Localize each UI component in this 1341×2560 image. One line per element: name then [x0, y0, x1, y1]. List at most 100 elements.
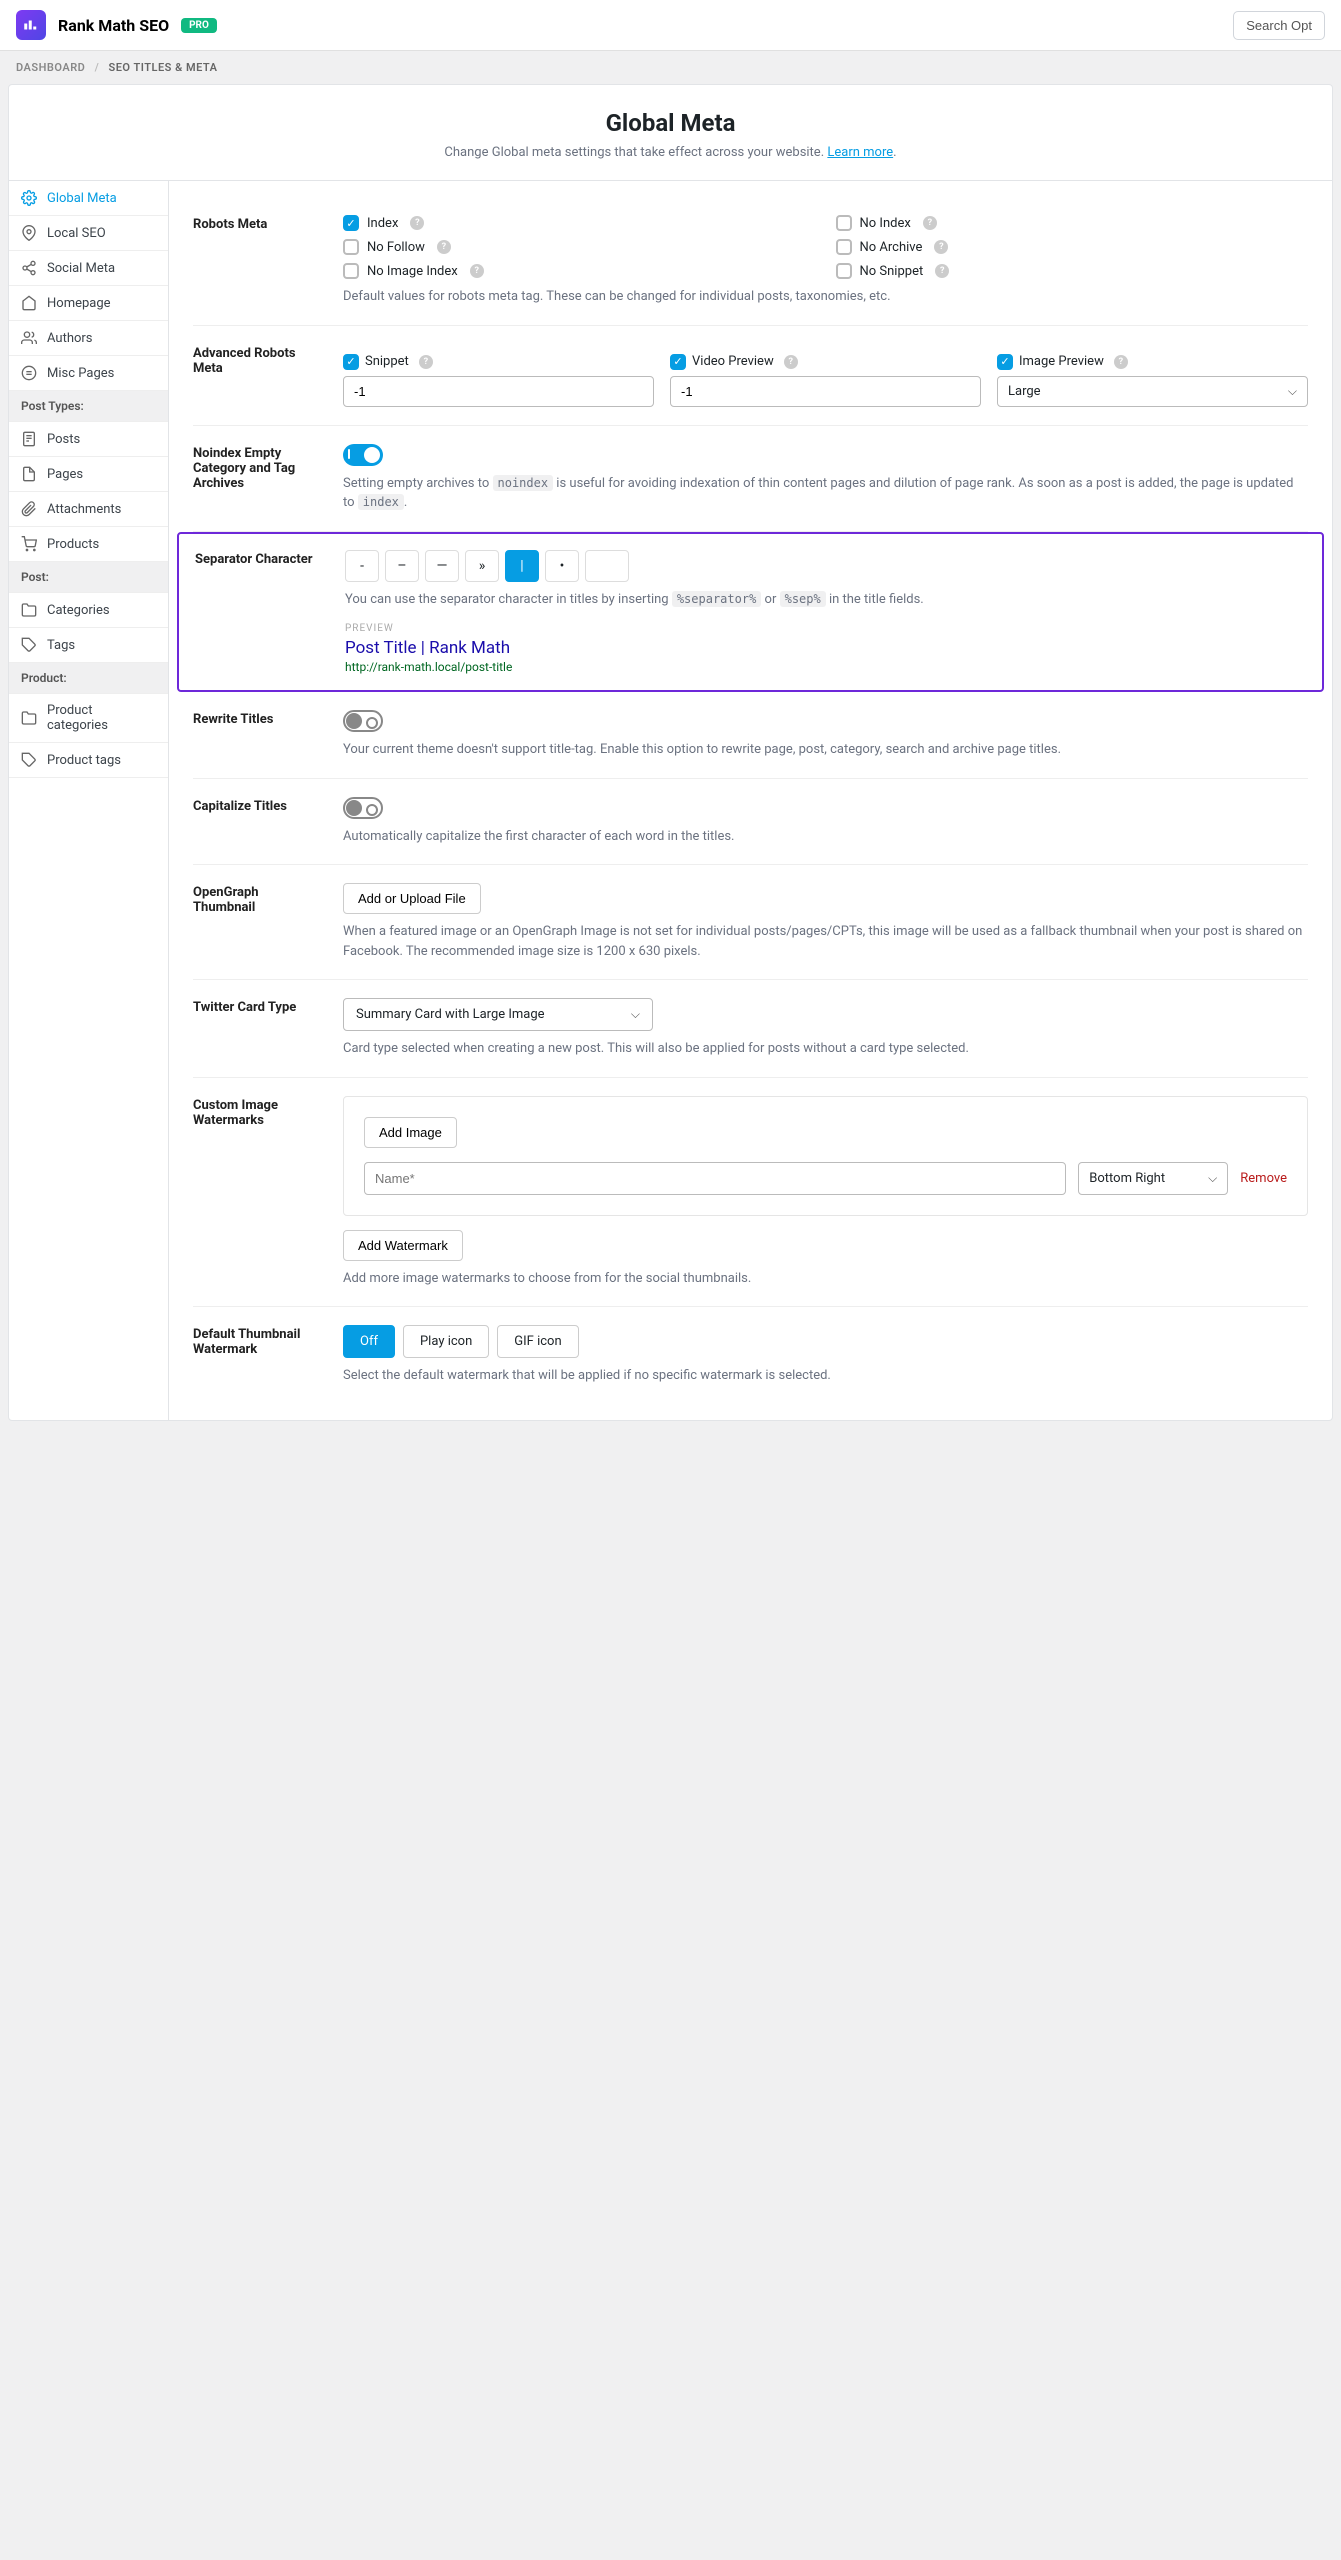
- sidebar-item-product-tags[interactable]: Product tags: [9, 743, 168, 778]
- chk-no-image-index[interactable]: No Image Index?: [343, 263, 816, 279]
- watermark-position-select[interactable]: Bottom Right⌵: [1078, 1162, 1228, 1195]
- help-icon[interactable]: ?: [1114, 355, 1128, 369]
- help-icon[interactable]: ?: [934, 240, 948, 254]
- help-icon[interactable]: ?: [437, 240, 451, 254]
- watermark-off-button[interactable]: Off: [343, 1325, 395, 1358]
- help-icon[interactable]: ?: [419, 355, 433, 369]
- watermarks-label: Custom Image Watermarks: [193, 1096, 323, 1289]
- sidebar-item-posts[interactable]: Posts: [9, 422, 168, 457]
- add-watermark-button[interactable]: Add Watermark: [343, 1230, 463, 1261]
- twitter-card-label: Twitter Card Type: [193, 998, 323, 1059]
- watermark-name-input[interactable]: [364, 1162, 1066, 1195]
- chk-video-preview[interactable]: ✓Video Preview?: [670, 354, 981, 370]
- pro-badge: PRO: [181, 18, 217, 33]
- home-icon: [21, 295, 37, 311]
- list-icon: [21, 365, 37, 381]
- preview-label: PREVIEW: [345, 623, 1306, 634]
- breadcrumb-dashboard[interactable]: DASHBOARD: [16, 61, 85, 74]
- sidebar-item-social-meta[interactable]: Social Meta: [9, 251, 168, 286]
- sidebar-item-authors[interactable]: Authors: [9, 321, 168, 356]
- chk-no-index[interactable]: No Index?: [836, 215, 1309, 231]
- sidebar-item-homepage[interactable]: Homepage: [9, 286, 168, 321]
- help-icon[interactable]: ?: [784, 355, 798, 369]
- sidebar-item-product-categories[interactable]: Product categories: [9, 694, 168, 743]
- cart-icon: [21, 536, 37, 552]
- help-icon[interactable]: ?: [935, 264, 949, 278]
- gear-icon: [21, 190, 37, 206]
- breadcrumb: DASHBOARD / SEO TITLES & META: [0, 51, 1341, 84]
- og-thumbnail-label: OpenGraph Thumbnail: [193, 883, 323, 961]
- add-image-button[interactable]: Add Image: [364, 1117, 457, 1148]
- help-icon[interactable]: ?: [410, 216, 424, 230]
- watermark-play-button[interactable]: Play icon: [403, 1325, 489, 1358]
- remove-watermark-link[interactable]: Remove: [1240, 1171, 1287, 1186]
- separator-label: Separator Character: [195, 550, 325, 675]
- pin-icon: [21, 225, 37, 241]
- search-options-button[interactable]: Search Opt: [1233, 11, 1325, 40]
- sidebar-item-categories[interactable]: Categories: [9, 593, 168, 628]
- sidebar-item-tags[interactable]: Tags: [9, 628, 168, 663]
- help-icon[interactable]: ?: [470, 264, 484, 278]
- image-preview-select[interactable]: Large⌵: [997, 376, 1308, 407]
- sidebar-item-global-meta[interactable]: Global Meta: [9, 181, 168, 216]
- chk-no-archive[interactable]: No Archive?: [836, 239, 1309, 255]
- chevron-down-icon: ⌵: [631, 1007, 640, 1022]
- watermark-gif-button[interactable]: GIF icon: [497, 1325, 578, 1358]
- sep-endash[interactable]: –: [385, 550, 419, 582]
- sidebar-heading-product: Product:: [9, 663, 168, 694]
- sep-hyphen[interactable]: -: [345, 550, 379, 582]
- app-title: Rank Math SEO: [58, 16, 169, 35]
- sep-pipe[interactable]: |: [505, 550, 539, 582]
- settings-sidebar: Global Meta Local SEO Social Meta Homepa…: [9, 181, 169, 1420]
- chevron-down-icon: ⌵: [1208, 1171, 1217, 1186]
- sidebar-item-pages[interactable]: Pages: [9, 457, 168, 492]
- folder-icon: [21, 602, 37, 618]
- app-logo: [16, 10, 46, 40]
- separator-highlight-box: Separator Character - – — » | • You can …: [177, 532, 1324, 693]
- capitalize-titles-label: Capitalize Titles: [193, 797, 323, 847]
- capitalize-titles-toggle[interactable]: [343, 797, 383, 819]
- page-icon: [21, 466, 37, 482]
- chk-index[interactable]: ✓Index?: [343, 215, 816, 231]
- share-icon: [21, 260, 37, 276]
- default-watermark-label: Default Thumbnail Watermark: [193, 1325, 323, 1386]
- chk-no-follow[interactable]: No Follow?: [343, 239, 816, 255]
- chevron-down-icon: ⌵: [1288, 384, 1297, 399]
- video-preview-input[interactable]: [670, 376, 981, 407]
- sep-emdash[interactable]: —: [425, 550, 459, 582]
- noindex-empty-label: Noindex Empty Category and Tag Archives: [193, 444, 323, 513]
- sep-raquo[interactable]: »: [465, 550, 499, 582]
- sep-bullet[interactable]: •: [545, 550, 579, 582]
- learn-more-link[interactable]: Learn more: [827, 145, 893, 160]
- adv-robots-label: Advanced Robots Meta: [193, 344, 323, 407]
- sidebar-item-products[interactable]: Products: [9, 527, 168, 562]
- chk-image-preview[interactable]: ✓Image Preview?: [997, 354, 1308, 370]
- add-upload-file-button[interactable]: Add or Upload File: [343, 883, 481, 914]
- folder-icon: [21, 710, 37, 726]
- sidebar-item-attachments[interactable]: Attachments: [9, 492, 168, 527]
- page-title: Global Meta: [29, 109, 1312, 137]
- chk-snippet[interactable]: ✓Snippet?: [343, 354, 654, 370]
- rewrite-titles-toggle[interactable]: [343, 710, 383, 732]
- snippet-input[interactable]: [343, 376, 654, 407]
- tag-icon: [21, 752, 37, 768]
- preview-title: Post Title | Rank Math: [345, 638, 1306, 658]
- sidebar-item-misc-pages[interactable]: Misc Pages: [9, 356, 168, 391]
- help-icon[interactable]: ?: [923, 216, 937, 230]
- noindex-empty-toggle[interactable]: [343, 444, 383, 466]
- breadcrumb-current: SEO TITLES & META: [109, 61, 218, 74]
- tag-icon: [21, 637, 37, 653]
- sidebar-item-local-seo[interactable]: Local SEO: [9, 216, 168, 251]
- sidebar-heading-post-types: Post Types:: [9, 391, 168, 422]
- twitter-card-select[interactable]: Summary Card with Large Image⌵: [343, 998, 653, 1031]
- sidebar-heading-post: Post:: [9, 562, 168, 593]
- sep-custom[interactable]: [585, 550, 629, 582]
- paperclip-icon: [21, 501, 37, 517]
- preview-url: http://rank-math.local/post-title: [345, 660, 1306, 674]
- chk-no-snippet[interactable]: No Snippet?: [836, 263, 1309, 279]
- page-subtitle: Change Global meta settings that take ef…: [29, 145, 1312, 160]
- document-icon: [21, 431, 37, 447]
- rewrite-titles-label: Rewrite Titles: [193, 710, 323, 760]
- users-icon: [21, 330, 37, 346]
- robots-meta-label: Robots Meta: [193, 215, 323, 307]
